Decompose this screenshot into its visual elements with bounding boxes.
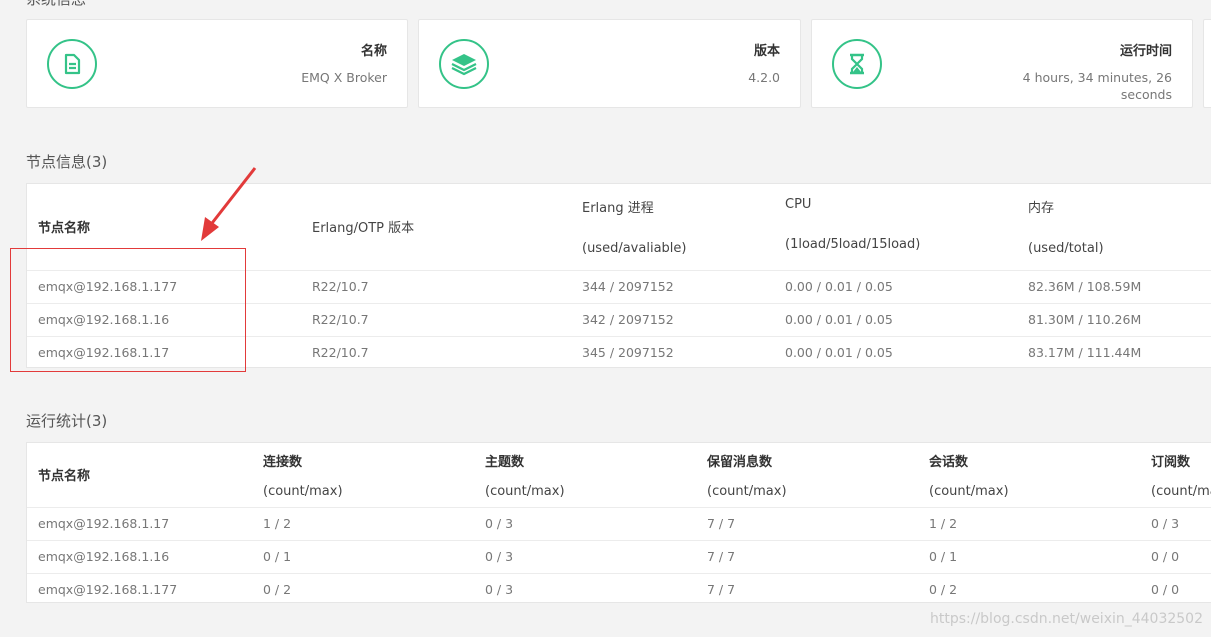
header-subscriptions: 订阅数 (count/max) — [1151, 454, 1211, 499]
mem-cell: 83.17M / 111.44M — [1017, 335, 1211, 367]
stats-title: 运行统计(3) — [26, 412, 108, 430]
table-row: emqx@192.168.1.16 0 / 1 0 / 3 7 / 7 0 / … — [27, 539, 1211, 573]
conn-cell: 0 / 2 — [252, 572, 474, 602]
card-partial — [1203, 19, 1211, 108]
card-name: 名称 EMQ X Broker — [26, 19, 408, 108]
card-uptime-value-line1: 4 hours, 34 minutes, 26 — [1022, 70, 1172, 85]
header-sessions: 会话数 (count/max) — [929, 454, 1009, 499]
node-info-title: 节点信息(3) — [26, 153, 108, 171]
proc-cell: 345 / 2097152 — [571, 335, 774, 367]
subs-cell: 0 / 0 — [1140, 572, 1211, 602]
retained-cell: 7 / 7 — [696, 572, 918, 602]
header-otp: Erlang/OTP 版本 — [312, 221, 415, 237]
node-name-cell: emqx@192.168.1.16 — [27, 539, 252, 573]
topics-cell: 0 / 3 — [474, 572, 696, 602]
layers-icon — [439, 39, 489, 89]
retained-cell: 7 / 7 — [696, 539, 918, 573]
document-icon — [47, 39, 97, 89]
topics-cell: 0 / 3 — [474, 539, 696, 573]
node-name-cell: emqx@192.168.1.17 — [27, 506, 252, 540]
conn-cell: 1 / 2 — [252, 506, 474, 540]
card-version-value: 4.2.0 — [748, 70, 780, 85]
header-memory: 内存 (used/total) — [1028, 201, 1104, 256]
header-erlang-proc: Erlang 进程 (used/avaliable) — [582, 201, 687, 256]
table-row: emqx@192.168.1.177 0 / 2 0 / 3 7 / 7 0 /… — [27, 572, 1211, 602]
otp-cell: R22/10.7 — [301, 269, 571, 303]
sessions-cell: 0 / 2 — [918, 572, 1140, 602]
annotation-box — [10, 248, 246, 372]
header-retained: 保留消息数 (count/max) — [707, 454, 787, 499]
watermark: https://blog.csdn.net/weixin_44032502 — [929, 611, 1203, 627]
cpu-cell: 0.00 / 0.01 / 0.05 — [774, 269, 1017, 303]
card-name-label: 名称 — [360, 44, 387, 59]
header-node-name: 节点名称 — [38, 469, 91, 485]
card-uptime-value: 4 hours, 34 minutes, 26 seconds — [1023, 69, 1172, 103]
card-version: 版本 4.2.0 — [418, 19, 801, 108]
subs-cell: 0 / 3 — [1140, 506, 1211, 540]
mem-cell: 82.36M / 108.59M — [1017, 269, 1211, 303]
stats-table: 节点名称 连接数 (count/max) 主题数 (count/max) 保留消… — [26, 442, 1211, 603]
otp-cell: R22/10.7 — [301, 302, 571, 336]
stats-table-header-row: 节点名称 连接数 (count/max) 主题数 (count/max) 保留消… — [27, 443, 1211, 507]
sessions-cell: 1 / 2 — [918, 506, 1140, 540]
node-name-cell: emqx@192.168.1.177 — [27, 572, 252, 602]
proc-cell: 344 / 2097152 — [571, 269, 774, 303]
header-topics: 主题数 (count/max) — [485, 454, 565, 499]
topics-cell: 0 / 3 — [474, 506, 696, 540]
hourglass-icon — [832, 39, 882, 89]
table-row: emqx@192.168.1.17 1 / 2 0 / 3 7 / 7 1 / … — [27, 506, 1211, 540]
card-name-value: EMQ X Broker — [301, 70, 387, 85]
subs-cell: 0 / 0 — [1140, 539, 1211, 573]
annotation-arrow-icon — [201, 167, 257, 241]
cpu-cell: 0.00 / 0.01 / 0.05 — [774, 335, 1017, 367]
card-uptime-label: 运行时间 — [1119, 44, 1172, 59]
mem-cell: 81.30M / 110.26M — [1017, 302, 1211, 336]
retained-cell: 7 / 7 — [696, 506, 918, 540]
otp-cell: R22/10.7 — [301, 335, 571, 367]
header-connections: 连接数 (count/max) — [263, 454, 343, 499]
card-uptime: 运行时间 4 hours, 34 minutes, 26 seconds — [811, 19, 1193, 108]
proc-cell: 342 / 2097152 — [571, 302, 774, 336]
conn-cell: 0 / 1 — [252, 539, 474, 573]
system-info-title: 系统信息 — [26, 0, 86, 9]
card-version-label: 版本 — [753, 44, 780, 59]
header-cpu: CPU (1load/5load/15load) — [785, 197, 921, 252]
sessions-cell: 0 / 1 — [918, 539, 1140, 573]
cpu-cell: 0.00 / 0.01 / 0.05 — [774, 302, 1017, 336]
card-uptime-value-line2: seconds — [1120, 87, 1172, 102]
